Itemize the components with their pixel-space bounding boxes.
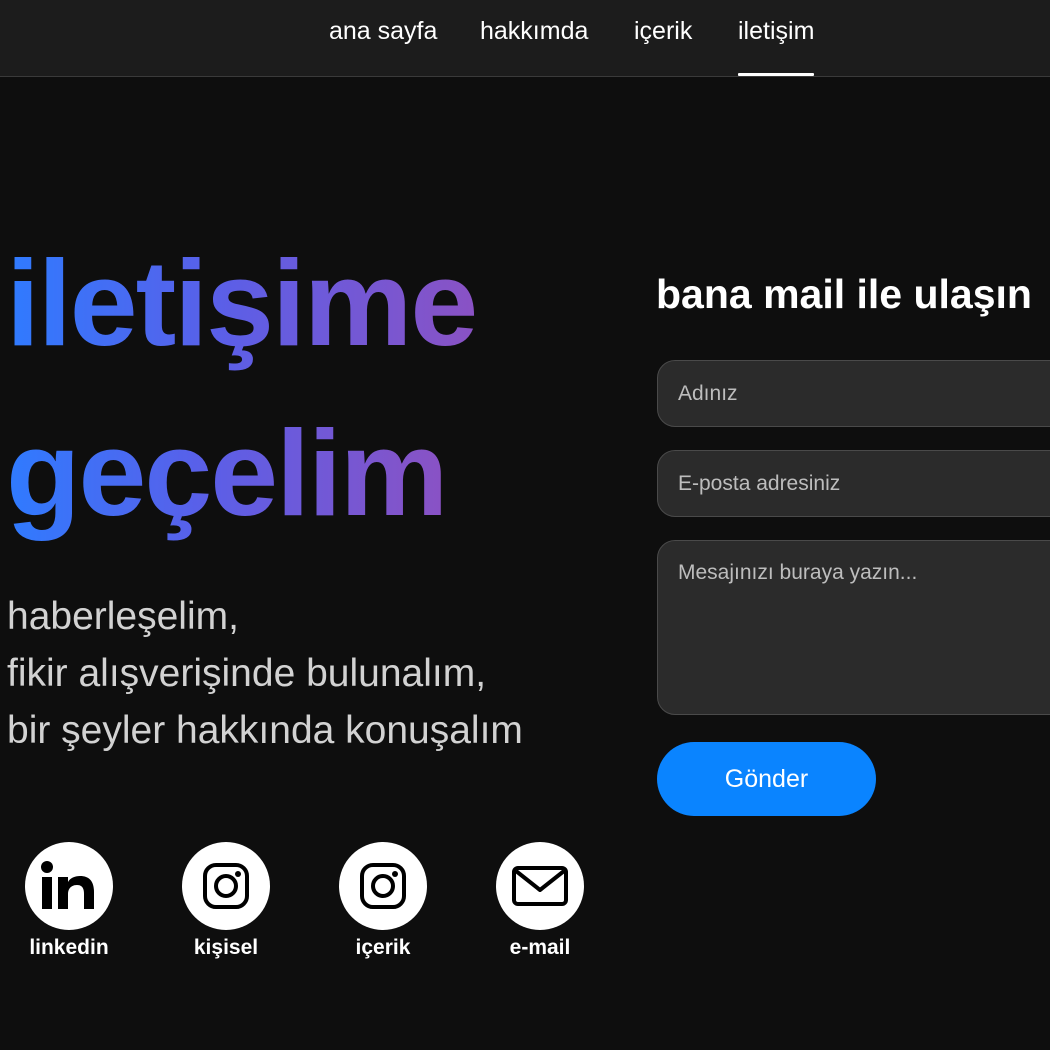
social-content-label: içerik bbox=[355, 936, 411, 959]
nav-home[interactable]: ana sayfa bbox=[329, 16, 437, 46]
instagram-icon bbox=[339, 842, 427, 930]
message-textarea[interactable] bbox=[657, 540, 1050, 715]
name-input[interactable] bbox=[657, 360, 1050, 427]
tagline-line-1: haberleşelim, bbox=[7, 595, 239, 638]
social-linkedin-link[interactable]: linkedin bbox=[9, 842, 129, 960]
nav-about[interactable]: hakkımda bbox=[480, 16, 588, 46]
send-button[interactable]: Gönder bbox=[657, 742, 876, 816]
top-nav: ana sayfa hakkımda içerik iletişim bbox=[0, 0, 1050, 77]
tagline-line-3: bir şeyler hakkında konuşalım bbox=[7, 709, 523, 752]
hero-title-line-2: geçelim bbox=[6, 388, 448, 558]
hero-title-line-1: iletişime bbox=[6, 218, 478, 388]
nav-contact[interactable]: iletişim bbox=[738, 16, 815, 76]
nav-content[interactable]: içerik bbox=[634, 16, 692, 46]
social-email-link[interactable]: e-mail bbox=[480, 842, 600, 960]
tagline-line-2: fikir alışverişinde bulunalım, bbox=[7, 652, 487, 695]
tagline: haberleşelim, fikir alışverişinde buluna… bbox=[7, 588, 523, 759]
linkedin-icon bbox=[25, 842, 113, 930]
social-linkedin-label: linkedin bbox=[29, 936, 109, 959]
hero-title: iletişime geçelim bbox=[6, 218, 478, 558]
form-title: bana mail ile ulaşın bbox=[656, 271, 1032, 317]
email-input[interactable] bbox=[657, 450, 1050, 517]
social-email-label: e-mail bbox=[509, 936, 571, 959]
social-personal-link[interactable]: kişisel bbox=[166, 842, 286, 960]
social-personal-label: kişisel bbox=[193, 936, 259, 959]
instagram-icon bbox=[182, 842, 270, 930]
social-content-link[interactable]: içerik bbox=[323, 842, 443, 960]
mail-icon bbox=[496, 842, 584, 930]
